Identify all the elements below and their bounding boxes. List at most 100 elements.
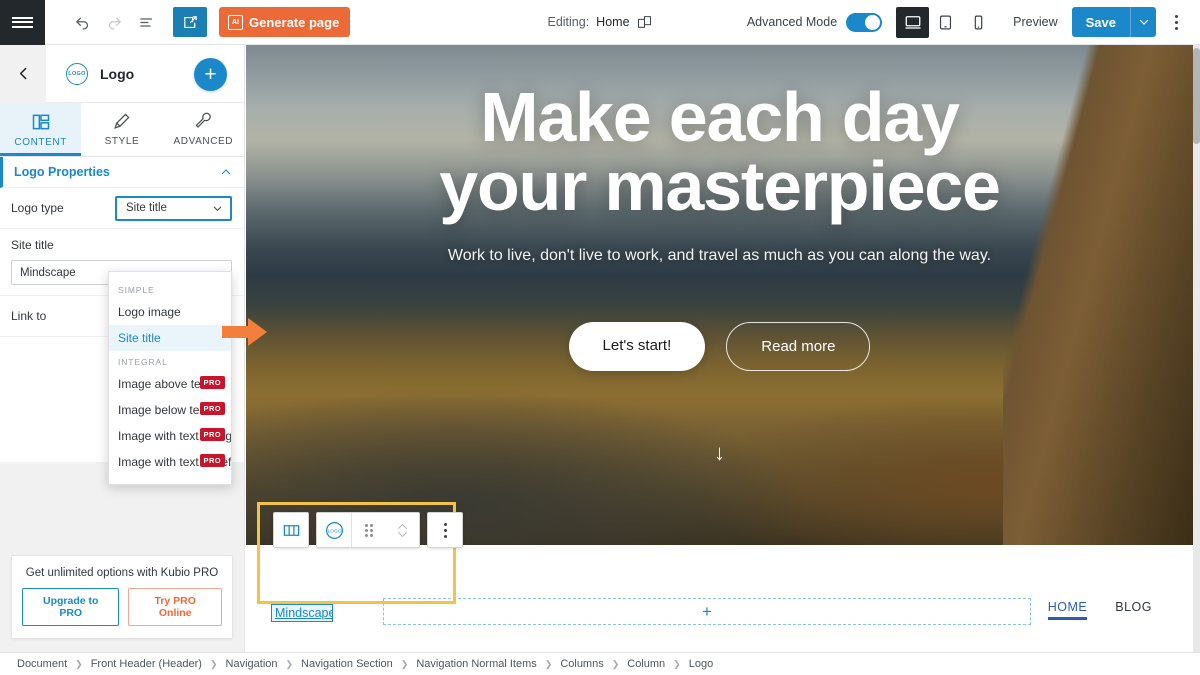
hero-secondary-button[interactable]: Read more (726, 321, 871, 371)
generate-page-button[interactable]: AI Generate page (219, 7, 351, 37)
try-pro-online-button[interactable]: Try PRO Online (128, 588, 222, 626)
breadcrumb-separator: ❯ (673, 658, 681, 669)
block-more-group (427, 512, 463, 548)
logo-block-icon[interactable]: LOGO (317, 513, 351, 547)
logo-properties-section-header[interactable]: Logo Properties (0, 157, 244, 188)
logo-icon: LOGO (66, 62, 88, 85)
dropdown-item-image-text-right[interactable]: Image with text on right PRO (109, 423, 231, 449)
dropdown-item-image-above-text[interactable]: Image above text PRO (109, 371, 231, 397)
tab-content-label: CONTENT (14, 136, 67, 148)
chevron-down-icon[interactable] (1130, 7, 1156, 37)
device-mobile-button[interactable] (962, 7, 995, 38)
logo-type-row: Logo type Site title (0, 188, 244, 229)
pro-badge: PRO (199, 376, 225, 389)
app-root: AI Generate page Editing: Home Advanced … (0, 0, 1200, 675)
dropdown-group-simple: SIMPLE (118, 285, 155, 295)
editing-indicator: Editing: Home (547, 14, 652, 30)
breadcrumb-separator: ❯ (75, 658, 83, 669)
logo-type-dropdown: SIMPLE Logo image Site title INTEGRAL Im… (108, 271, 232, 485)
pro-upsell-text: Get unlimited options with Kubio PRO (25, 567, 219, 579)
back-icon[interactable] (0, 44, 46, 103)
breadcrumb-item-document[interactable]: Document (17, 658, 67, 670)
site-nav-menu: HOME BLOG (1048, 600, 1152, 620)
canvas-scrollbar-thumb[interactable] (1193, 48, 1200, 144)
undo-icon[interactable] (67, 7, 97, 37)
logo-type-label: Logo type (11, 201, 64, 215)
more-options-icon[interactable] (428, 513, 462, 547)
hero-section[interactable]: Make each day your masterpiece Work to l… (246, 45, 1193, 545)
dropdown-item-site-title[interactable]: Site title (109, 325, 231, 351)
chevron-up-icon[interactable] (220, 166, 232, 178)
add-block-button[interactable]: + (194, 58, 227, 91)
hero-heading-line2: your masterpiece (439, 147, 1001, 226)
hero-primary-button[interactable]: Let's start! (568, 321, 706, 371)
pro-badge: PRO (199, 402, 225, 415)
columns-icon[interactable] (274, 513, 308, 547)
dropdown-item-image-text-left[interactable]: Image with text on left PRO (109, 449, 231, 475)
breadcrumb-separator: ❯ (400, 658, 409, 669)
page-canvas: Make each day your masterpiece Work to l… (246, 45, 1193, 652)
top-toolbar-left: AI Generate page (45, 7, 351, 37)
nav-item-blog[interactable]: BLOG (1115, 600, 1152, 620)
redo-icon[interactable] (99, 7, 129, 37)
document-outline-icon[interactable] (131, 7, 161, 37)
scroll-down-icon[interactable]: ↓ (246, 440, 1193, 466)
move-updown-icon[interactable] (385, 513, 419, 547)
advanced-mode-toggle[interactable] (846, 12, 883, 32)
tab-advanced[interactable]: ADVANCED (163, 103, 244, 156)
breadcrumb-item-navigation-normal-items[interactable]: Navigation Normal Items (416, 658, 536, 670)
save-button-group: Save (1071, 7, 1156, 37)
device-desktop-button[interactable] (896, 6, 930, 38)
tab-content[interactable]: CONTENT (0, 103, 82, 156)
panel-header: LOGO Logo + (0, 44, 244, 103)
dropdown-item-label: Image above text (118, 377, 211, 391)
block-parent-group (273, 512, 309, 548)
pro-badge: PRO (199, 428, 225, 441)
tab-style-label: STYLE (104, 136, 140, 147)
dropdown-item-logo-image[interactable]: Logo image (109, 299, 231, 325)
pro-upsell-buttons: Upgrade to PRO Try PRO Online (22, 588, 222, 626)
breadcrumb-item-navigation[interactable]: Navigation (226, 658, 278, 670)
breadcrumb-separator: ❯ (285, 658, 294, 669)
preview-button[interactable]: Preview (995, 15, 1071, 29)
breadcrumb-item-column[interactable]: Column (627, 658, 665, 670)
breadcrumb-separator: ❯ (209, 658, 218, 669)
hero-heading-line1: Make each day (480, 78, 960, 156)
hero-heading: Make each day your masterpiece (246, 82, 1193, 226)
brush-icon (112, 112, 131, 131)
orange-pointer-arrow-icon (222, 317, 268, 347)
breadcrumb-item-logo[interactable]: Logo (689, 658, 713, 670)
device-tablet-button[interactable] (929, 7, 962, 38)
editing-page-name: Home (596, 15, 630, 29)
hero-content: Make each day your masterpiece Work to l… (246, 45, 1193, 371)
dropdown-group-integral: INTEGRAL (118, 357, 168, 367)
logo-type-select[interactable]: Site title (115, 195, 232, 221)
canvas-scrollbar[interactable] (1193, 45, 1200, 652)
page-switch-icon[interactable] (637, 14, 653, 30)
nav-item-home[interactable]: HOME (1048, 600, 1088, 620)
site-header-block[interactable]: LOGO Mindscape + HOME BLOG (246, 502, 1193, 652)
dropdown-item-image-below-text[interactable]: Image below text PRO (109, 397, 231, 423)
edit-mode-button[interactable] (173, 7, 207, 37)
hero-buttons: Let's start! Read more (246, 321, 1193, 371)
save-button[interactable]: Save (1071, 7, 1130, 37)
hero-subtitle: Work to live, don't live to work, and tr… (447, 246, 992, 264)
site-title-editable[interactable]: Mindscape (271, 604, 333, 622)
breadcrumb-item-columns[interactable]: Columns (560, 658, 603, 670)
drag-handle-icon[interactable] (351, 513, 385, 547)
panel-title: Logo (100, 65, 135, 82)
editing-prefix: Editing: (547, 15, 590, 29)
logo-type-value: Site title (126, 202, 167, 214)
add-block-dropzone[interactable]: + (383, 598, 1031, 625)
breadcrumb-item-front-header[interactable]: Front Header (Header) (91, 658, 202, 670)
more-options-icon[interactable] (1162, 7, 1190, 37)
tab-advanced-label: ADVANCED (173, 136, 234, 147)
upgrade-to-pro-button[interactable]: Upgrade to PRO (22, 588, 120, 626)
section-title: Logo Properties (14, 165, 110, 179)
generate-page-label: Generate page (249, 14, 340, 30)
wrench-icon (194, 112, 213, 131)
hamburger-icon[interactable] (0, 0, 45, 45)
breadcrumb-item-navigation-section[interactable]: Navigation Section (301, 658, 393, 670)
tab-style[interactable]: STYLE (81, 103, 162, 156)
dropdown-item-label: Logo image (118, 305, 181, 319)
